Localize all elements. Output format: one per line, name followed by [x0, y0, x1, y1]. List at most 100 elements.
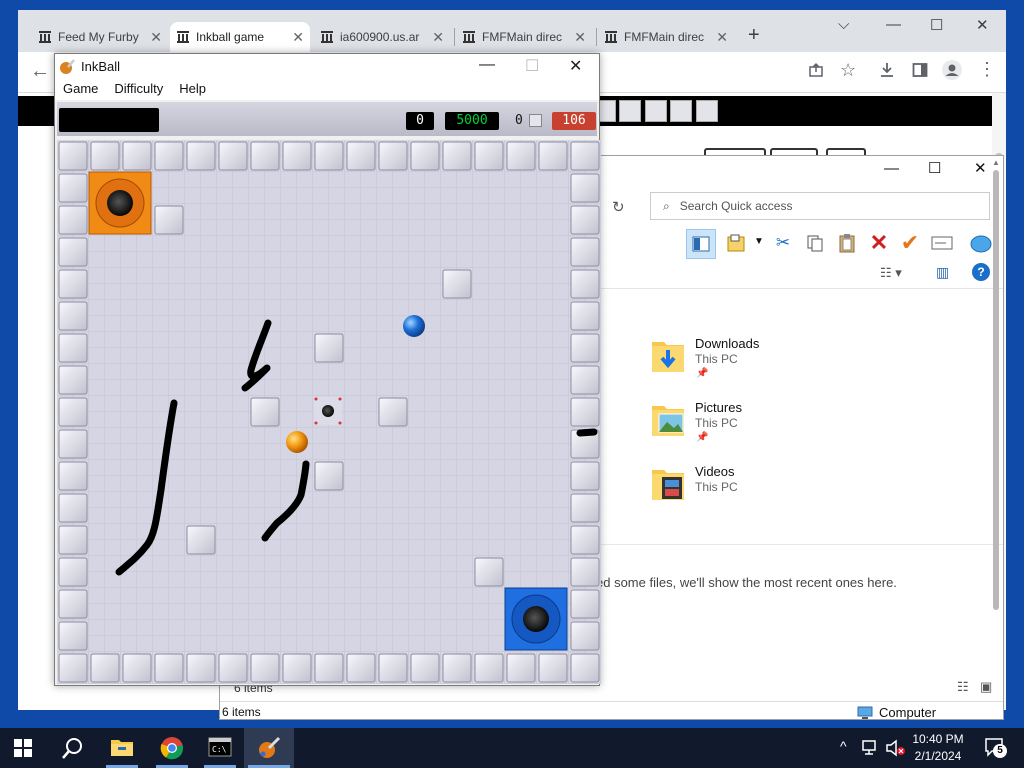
- folder-location: This PC: [695, 352, 738, 366]
- windows-start-icon[interactable]: [14, 739, 32, 757]
- menu-help[interactable]: Help: [171, 80, 214, 100]
- folder-pictures[interactable]: Pictures This PC 📌: [650, 398, 850, 454]
- details-view-icon[interactable]: ☷: [957, 679, 969, 695]
- close-tab-icon[interactable]: ✕: [716, 29, 728, 46]
- close-tab-icon[interactable]: ✕: [574, 29, 586, 46]
- wall-tile: [442, 653, 472, 683]
- new-tab-button[interactable]: +: [748, 24, 760, 47]
- tab-label: FMFMain direc: [624, 30, 705, 44]
- details-pane-icon[interactable]: ▥: [936, 264, 949, 281]
- folder-downloads[interactable]: Downloads This PC 📌: [650, 334, 850, 390]
- minimize-button[interactable]: —: [886, 16, 901, 33]
- pin-icon: 📌: [696, 432, 709, 443]
- board-canvas[interactable]: [57, 140, 601, 684]
- wall-tile: [218, 141, 248, 171]
- kebab-menu-icon[interactable]: ⋮: [978, 59, 996, 80]
- wall-tile: [58, 589, 88, 619]
- explorer-scrollbar[interactable]: ▲: [989, 156, 1003, 676]
- wall-tile: [538, 141, 568, 171]
- menu-game[interactable]: Game: [55, 80, 106, 100]
- blue-ball: [403, 315, 425, 337]
- inkball-app-icon: [60, 59, 75, 74]
- search-icon[interactable]: [62, 737, 84, 759]
- clock-date[interactable]: 2/1/2024: [912, 749, 964, 763]
- wall-tile: [250, 141, 280, 171]
- cut-icon[interactable]: ✂: [772, 232, 794, 254]
- tab-ia600900[interactable]: ia600900.us.ar ✕: [314, 22, 450, 52]
- speaker-muted-icon[interactable]: [886, 739, 906, 757]
- tab-fmfmain-1[interactable]: FMFMain direc ✕: [456, 22, 592, 52]
- profile-avatar-icon[interactable]: [942, 60, 962, 80]
- explorer-close-button[interactable]: ✕: [974, 159, 987, 177]
- dropdown-arrow-icon[interactable]: ▼: [754, 236, 764, 247]
- game-board[interactable]: [57, 140, 601, 684]
- inkball-taskbar-button[interactable]: [244, 728, 294, 768]
- wall-tile: [218, 653, 248, 683]
- menu-difficulty[interactable]: Difficulty: [106, 80, 171, 100]
- share-icon[interactable]: [808, 62, 824, 78]
- wall-tile: [90, 141, 120, 171]
- ball-queue-display: [59, 108, 159, 132]
- explorer-status-bar: 6 items Computer: [220, 701, 1003, 722]
- checkmark-icon[interactable]: ✔: [899, 230, 921, 255]
- tab-inkball-game[interactable]: Inkball game ✕: [170, 22, 310, 52]
- folder-videos[interactable]: Videos This PC: [650, 462, 850, 518]
- paste-icon[interactable]: [836, 232, 858, 254]
- view-options-icon[interactable]: ☷ ▾: [880, 265, 902, 281]
- copy-icon[interactable]: [804, 232, 826, 254]
- wall-tile: [570, 653, 600, 683]
- wall-tile: [538, 653, 568, 683]
- wall-tile: [186, 653, 216, 683]
- download-icon[interactable]: [879, 62, 895, 78]
- tab-search-icon[interactable]: ⌵: [838, 16, 849, 33]
- tab-strip: Feed My Furby ✕ Inkball game ✕ ia600900.…: [18, 10, 1006, 52]
- wall-tile: [570, 525, 600, 555]
- computer-icon: [857, 706, 873, 719]
- preview-pane-icon[interactable]: [686, 229, 716, 259]
- explorer-maximize-button[interactable]: ☐: [928, 159, 941, 177]
- archive-icon: [605, 31, 617, 43]
- properties-icon[interactable]: [726, 232, 748, 254]
- wall-tile: [410, 141, 440, 171]
- chrome-icon[interactable]: [160, 736, 184, 760]
- search-quick-access-input[interactable]: ⌕ Search Quick access: [650, 192, 990, 220]
- terminal-icon[interactable]: C:\: [208, 737, 232, 757]
- inkball-minimize-button[interactable]: —: [479, 56, 495, 74]
- help-icon[interactable]: ?: [972, 263, 990, 281]
- inkball-title-bar: InkBall — ☐ ✕: [55, 54, 599, 80]
- wall-tile: [506, 653, 536, 683]
- back-arrow-icon[interactable]: ←: [30, 60, 50, 83]
- wall-tile: [570, 461, 600, 491]
- wall-tile: [314, 461, 344, 491]
- show-hidden-icons-chevron[interactable]: ^: [840, 738, 847, 754]
- close-button[interactable]: ✕: [976, 16, 989, 34]
- wall-tile: [378, 653, 408, 683]
- wall-tile: [410, 653, 440, 683]
- side-panel-icon[interactable]: [912, 62, 928, 78]
- inkball-close-button[interactable]: ✕: [569, 56, 582, 76]
- tab-fmfmain-2[interactable]: FMFMain direc ✕: [598, 22, 734, 52]
- close-tab-icon[interactable]: ✕: [432, 29, 444, 46]
- explorer-minimize-button[interactable]: —: [884, 160, 899, 177]
- delete-icon[interactable]: ✕: [868, 230, 890, 255]
- inkball-window: InkBall — ☐ ✕ Game Difficulty Help 0 500…: [54, 53, 601, 686]
- close-tab-icon[interactable]: ✕: [150, 29, 162, 46]
- close-tab-icon[interactable]: ✕: [292, 29, 304, 46]
- maximize-button[interactable]: ☐: [930, 16, 943, 34]
- bookmark-star-icon[interactable]: ☆: [840, 60, 856, 81]
- large-icons-view-icon[interactable]: ▣: [980, 679, 992, 695]
- refresh-icon[interactable]: ↻: [612, 198, 625, 216]
- wall-tile: [314, 333, 344, 363]
- location-label: Computer: [879, 705, 937, 720]
- wall-tile: [346, 141, 376, 171]
- wall-tile: [154, 205, 184, 235]
- wall-tile: [378, 397, 408, 427]
- clock-time[interactable]: 10:40 PM: [912, 732, 964, 746]
- file-explorer-icon[interactable]: [110, 737, 134, 757]
- notification-center-button[interactable]: 5: [984, 737, 1007, 760]
- rename-icon[interactable]: [931, 232, 953, 254]
- wall-tile: [314, 141, 344, 171]
- bonus-counter: 5000: [445, 112, 499, 130]
- network-icon[interactable]: [862, 740, 880, 756]
- tab-feed-my-furby[interactable]: Feed My Furby ✕: [32, 22, 168, 52]
